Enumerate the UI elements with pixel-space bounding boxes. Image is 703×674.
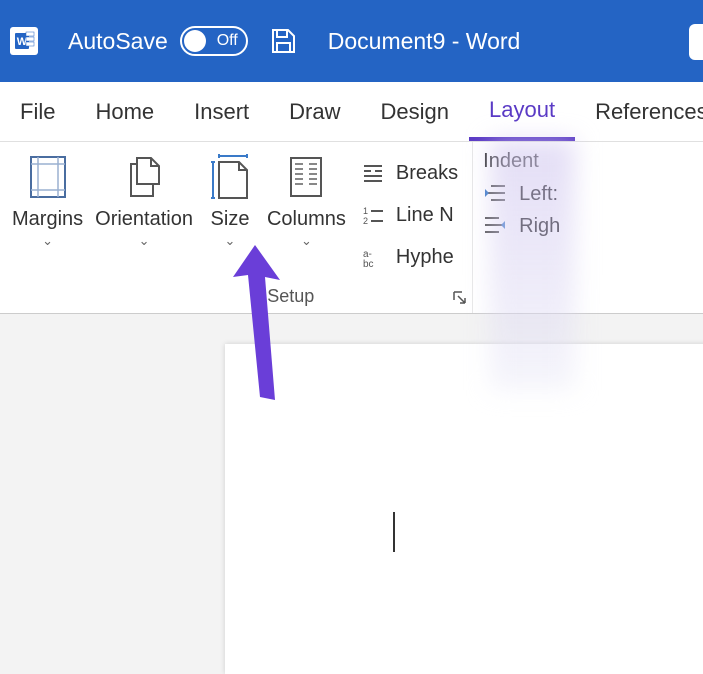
chevron-down-icon: ⌄ bbox=[42, 233, 53, 249]
indent-right-row[interactable]: Righ bbox=[483, 213, 560, 239]
tab-layout[interactable]: Layout bbox=[469, 82, 575, 141]
title-bar: W AutoSave Off Document9 - Word bbox=[0, 0, 703, 82]
page-setup-dialog-launcher[interactable] bbox=[452, 290, 468, 306]
tab-draw[interactable]: Draw bbox=[269, 82, 360, 141]
toggle-knob bbox=[184, 30, 206, 52]
indent-group: Indent Left: Righ bbox=[473, 142, 570, 313]
line-numbers-icon: 1 2 bbox=[360, 203, 386, 229]
hyphenation-icon: a- bc bbox=[360, 244, 386, 270]
orientation-label: Orientation bbox=[95, 208, 193, 231]
breaks-button[interactable]: Breaks bbox=[360, 156, 458, 192]
svg-text:1: 1 bbox=[363, 206, 368, 216]
margins-button[interactable]: Margins ⌄ bbox=[6, 152, 89, 279]
indent-left-icon bbox=[483, 181, 509, 207]
autosave-toggle[interactable]: Off bbox=[180, 26, 248, 56]
autosave-label: AutoSave bbox=[68, 28, 168, 55]
tab-insert[interactable]: Insert bbox=[174, 82, 269, 141]
document-area bbox=[0, 314, 703, 664]
collapsed-panel-tab[interactable] bbox=[689, 24, 703, 60]
indent-left-label: Left: bbox=[519, 183, 558, 206]
tab-file[interactable]: File bbox=[0, 82, 75, 141]
ribbon-content: Margins ⌄ Orientation ⌄ bbox=[0, 142, 703, 314]
columns-button[interactable]: Columns ⌄ bbox=[261, 152, 352, 279]
indent-right-label: Righ bbox=[519, 215, 560, 238]
columns-icon bbox=[281, 152, 331, 202]
svg-text:2: 2 bbox=[363, 216, 368, 226]
line-numbers-label: Line N bbox=[396, 204, 454, 227]
indent-left-row[interactable]: Left: bbox=[483, 181, 560, 207]
size-icon bbox=[205, 152, 255, 202]
save-icon[interactable] bbox=[268, 26, 298, 56]
word-app-icon: W bbox=[10, 27, 38, 55]
tab-design[interactable]: Design bbox=[361, 82, 469, 141]
page-setup-group-label: e Setup bbox=[252, 286, 314, 307]
size-label: Size bbox=[211, 208, 250, 231]
ribbon-tabs: File Home Insert Draw Design Layout Refe… bbox=[0, 82, 703, 142]
hyphenation-label: Hyphe bbox=[396, 246, 454, 269]
document-page[interactable] bbox=[225, 344, 703, 674]
breaks-label: Breaks bbox=[396, 162, 458, 185]
indent-right-icon bbox=[483, 213, 509, 239]
orientation-icon bbox=[119, 152, 169, 202]
text-cursor bbox=[393, 512, 395, 552]
toggle-state: Off bbox=[217, 32, 238, 50]
margins-label: Margins bbox=[12, 208, 83, 231]
chevron-down-icon: ⌄ bbox=[301, 233, 312, 249]
orientation-button[interactable]: Orientation ⌄ bbox=[89, 152, 199, 279]
chevron-down-icon: ⌄ bbox=[139, 233, 150, 249]
margins-icon bbox=[23, 152, 73, 202]
indent-title: Indent bbox=[483, 150, 560, 173]
chevron-down-icon: ⌄ bbox=[225, 233, 236, 249]
breaks-icon bbox=[360, 161, 386, 187]
size-button[interactable]: Size ⌄ bbox=[199, 152, 261, 279]
columns-label: Columns bbox=[267, 208, 346, 231]
tab-home[interactable]: Home bbox=[75, 82, 174, 141]
page-setup-small-list: Breaks 1 2 Line N a- bc bbox=[352, 152, 466, 279]
svg-text:bc: bc bbox=[363, 259, 374, 269]
line-numbers-button[interactable]: 1 2 Line N bbox=[360, 198, 458, 234]
tab-references[interactable]: References bbox=[575, 82, 703, 141]
page-setup-group: Margins ⌄ Orientation ⌄ bbox=[0, 142, 473, 313]
hyphenation-button[interactable]: a- bc Hyphe bbox=[360, 239, 458, 275]
document-title: Document9 - Word bbox=[328, 28, 521, 55]
